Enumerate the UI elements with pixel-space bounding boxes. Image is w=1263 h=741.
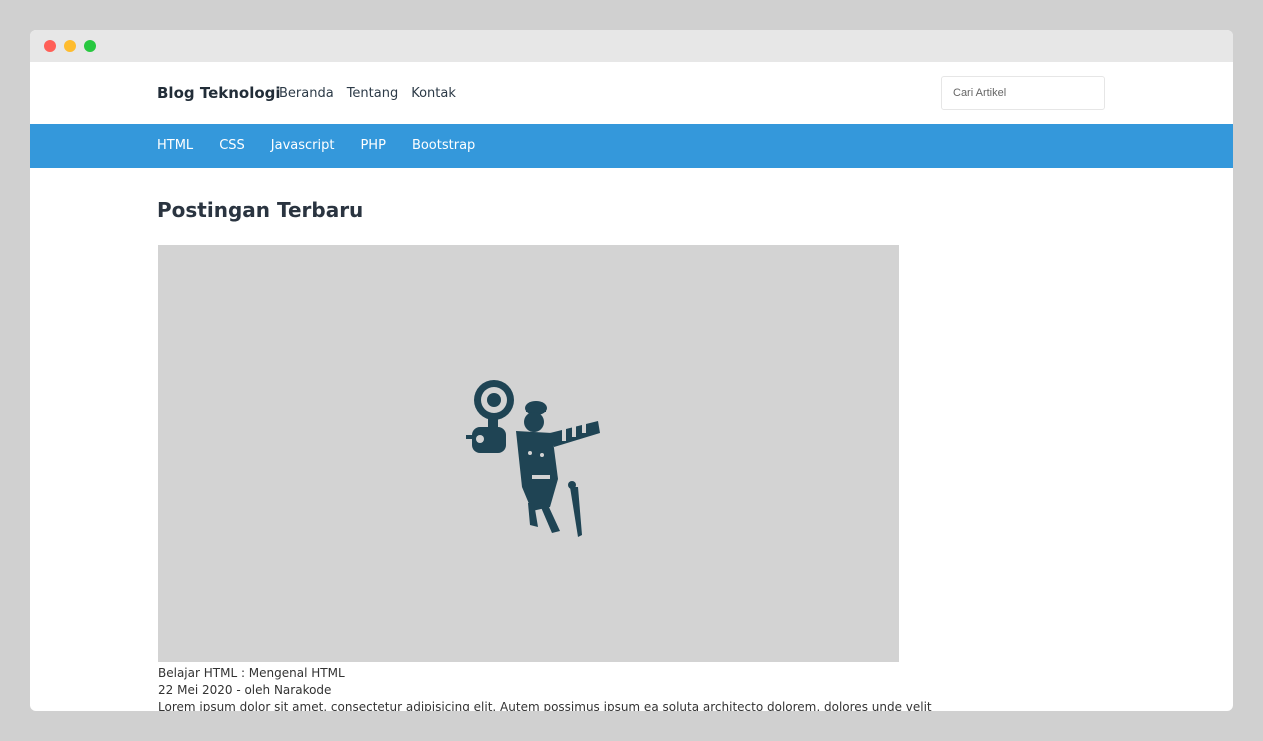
category-nav: HTML CSS Javascript PHP Bootstrap <box>157 138 475 153</box>
window-titlebar <box>30 30 1233 62</box>
browser-window: Blog Teknologi Beranda Tentang Kontak HT… <box>30 30 1233 711</box>
post-date-author: 22 Mei 2020 - oleh Narakode <box>158 683 332 697</box>
site-brand[interactable]: Blog Teknologi <box>157 84 281 102</box>
close-window-button[interactable] <box>44 40 56 52</box>
post-title-link[interactable]: Belajar HTML : Mengenal HTML <box>158 665 918 682</box>
site-header: Blog Teknologi Beranda Tentang Kontak <box>30 62 1233 124</box>
nav-link-tentang[interactable]: Tentang <box>347 86 399 101</box>
post-summary: Belajar HTML : Mengenal HTML 22 Mei 2020… <box>158 665 932 711</box>
post-excerpt: Lorem ipsum dolor sit amet, consectetur … <box>158 700 932 711</box>
category-link-css[interactable]: CSS <box>219 138 245 153</box>
search-input[interactable] <box>941 76 1105 110</box>
category-bar: HTML CSS Javascript PHP Bootstrap <box>30 124 1233 168</box>
gramophone-man-illustration-icon <box>466 380 600 537</box>
category-link-bootstrap[interactable]: Bootstrap <box>412 138 475 153</box>
page-title: Postingan Terbaru <box>157 198 364 222</box>
category-link-html[interactable]: HTML <box>157 138 193 153</box>
category-link-javascript[interactable]: Javascript <box>271 138 335 153</box>
nav-link-beranda[interactable]: Beranda <box>279 86 334 101</box>
maximize-window-button[interactable] <box>84 40 96 52</box>
post-thumbnail[interactable] <box>158 245 899 662</box>
minimize-window-button[interactable] <box>64 40 76 52</box>
main-nav: Beranda Tentang Kontak <box>279 86 456 101</box>
category-link-php[interactable]: PHP <box>360 138 385 153</box>
nav-link-kontak[interactable]: Kontak <box>411 86 456 101</box>
